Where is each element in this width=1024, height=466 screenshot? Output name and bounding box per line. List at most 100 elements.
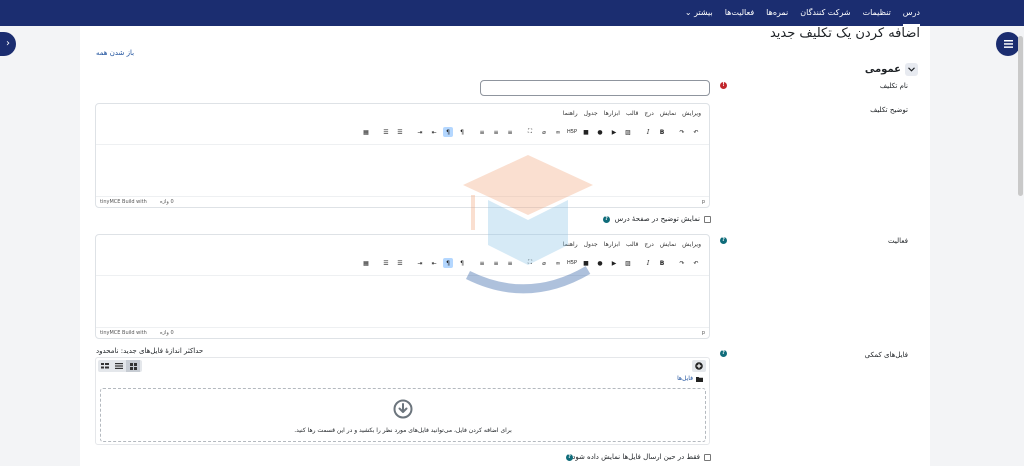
view-icons-icon[interactable] xyxy=(126,360,140,372)
editor-statusbar: p 0 واژه tinyMCE Build with xyxy=(96,196,709,207)
link-icon[interactable]: ∞ xyxy=(553,127,563,137)
nav-activities[interactable]: فعالیت‌ها xyxy=(725,0,754,26)
menu-insert[interactable]: درج xyxy=(644,110,653,117)
rtl-icon[interactable]: ¶ xyxy=(443,127,453,137)
menu-format[interactable]: قالب xyxy=(626,241,638,248)
link-icon[interactable]: ∞ xyxy=(553,258,563,268)
redo-icon[interactable]: ↷ xyxy=(677,258,687,268)
menu-tools[interactable]: ابزارها xyxy=(604,241,620,248)
help-icon[interactable]: ? xyxy=(720,237,727,244)
menu-help[interactable]: راهنما xyxy=(563,110,578,117)
bold-icon[interactable]: B xyxy=(657,127,667,137)
help-icon[interactable]: ? xyxy=(603,216,610,223)
editor-content-area[interactable] xyxy=(96,144,709,196)
align-left-icon[interactable]: ≡ xyxy=(505,127,515,137)
align-center-icon[interactable]: ≡ xyxy=(491,258,501,268)
only-during-submission-checkbox[interactable] xyxy=(704,454,711,461)
media-icon[interactable]: ▶ xyxy=(609,258,619,268)
help-icon[interactable]: ? xyxy=(720,350,727,357)
view-list-icon[interactable] xyxy=(112,360,126,372)
fullscreen-icon[interactable]: ⛶ xyxy=(525,127,535,137)
bullet-list-icon[interactable]: ☰ xyxy=(381,258,391,268)
menu-insert[interactable]: درج xyxy=(644,241,653,248)
align-right-icon[interactable]: ≡ xyxy=(477,258,487,268)
video-camera-icon[interactable]: ■ xyxy=(581,258,591,268)
numbered-list-icon[interactable]: ☰ xyxy=(395,127,405,137)
media-icon[interactable]: ▶ xyxy=(609,127,619,137)
only-during-submission-label: فقط در حین ارسال فایل‌ها نمایش داده شود xyxy=(572,453,700,461)
page-scrollbar[interactable] xyxy=(1018,36,1023,196)
image-icon[interactable]: ▨ xyxy=(623,258,633,268)
h5p-icon[interactable]: H5P xyxy=(567,127,577,137)
section-toggle[interactable] xyxy=(905,62,918,76)
open-block-drawer-button[interactable] xyxy=(996,32,1020,56)
align-center-icon[interactable]: ≡ xyxy=(491,127,501,137)
indent-icon[interactable]: ⇤ xyxy=(429,127,439,137)
equation-icon[interactable]: ▦ xyxy=(361,127,371,137)
redo-icon[interactable]: ↷ xyxy=(677,127,687,137)
indent-icon[interactable]: ⇤ xyxy=(429,258,439,268)
chevron-down-icon: ⌄ xyxy=(684,8,692,17)
numbered-list-icon[interactable]: ☰ xyxy=(395,258,405,268)
microphone-icon[interactable]: ● xyxy=(595,127,605,137)
file-drop-zone[interactable]: برای اضافه کردن فایل، می‌توانید فایل‌های… xyxy=(100,388,706,442)
element-path[interactable]: p xyxy=(702,199,705,205)
bold-icon[interactable]: B xyxy=(657,258,667,268)
outdent-icon[interactable]: ⇥ xyxy=(415,127,425,137)
menu-table[interactable]: جدول xyxy=(584,110,598,117)
menu-edit[interactable]: ویرایش xyxy=(682,241,701,248)
menu-table[interactable]: جدول xyxy=(584,241,598,248)
nav-grades[interactable]: نمره‌ها xyxy=(766,0,788,26)
view-tree-icon[interactable] xyxy=(98,360,112,372)
align-right-icon[interactable]: ≡ xyxy=(477,127,487,137)
word-count: 0 واژه xyxy=(160,330,174,336)
italic-icon[interactable]: I xyxy=(643,258,653,268)
video-camera-icon[interactable]: ■ xyxy=(581,127,591,137)
menu-help[interactable]: راهنما xyxy=(563,241,578,248)
element-path[interactable]: p xyxy=(702,330,705,336)
ltr-icon[interactable]: ¶ xyxy=(457,258,467,268)
unlink-icon[interactable]: ⌀ xyxy=(539,258,549,268)
nav-settings[interactable]: تنظیمات xyxy=(863,0,891,26)
max-file-size: حداکثر اندازهٔ فایل‌های جدید: نامحدود xyxy=(96,347,204,355)
nav-course[interactable]: درس xyxy=(902,0,921,26)
undo-icon[interactable]: ↶ xyxy=(691,127,701,137)
nav-more[interactable]: بیشتر ⌄ xyxy=(685,0,713,26)
menu-format[interactable]: قالب xyxy=(626,110,638,117)
italic-icon[interactable]: I xyxy=(643,127,653,137)
menu-view[interactable]: نمایش xyxy=(660,110,676,117)
tinymce-brand[interactable]: tinyMCE Build with xyxy=(100,199,147,205)
menu-tools[interactable]: ابزارها xyxy=(604,110,620,117)
menu-view[interactable]: نمایش xyxy=(660,241,676,248)
ltr-icon[interactable]: ¶ xyxy=(457,127,467,137)
view-switcher xyxy=(98,360,142,372)
section-general-header[interactable]: عمومی xyxy=(860,62,918,76)
assignment-name-input[interactable] xyxy=(480,80,710,96)
help-icon[interactable]: ? xyxy=(566,454,573,461)
unlink-icon[interactable]: ⌀ xyxy=(539,127,549,137)
h5p-icon[interactable]: H5P xyxy=(567,258,577,268)
rtl-icon[interactable]: ¶ xyxy=(443,258,453,268)
add-file-button[interactable] xyxy=(692,360,706,372)
drop-zone-message: برای اضافه کردن فایل، می‌توانید فایل‌های… xyxy=(294,427,512,434)
fullscreen-icon[interactable]: ⛶ xyxy=(525,258,535,268)
microphone-icon[interactable]: ● xyxy=(595,258,605,268)
undo-icon[interactable]: ↶ xyxy=(691,258,701,268)
image-icon[interactable]: ▨ xyxy=(623,127,633,137)
equation-icon[interactable]: ▦ xyxy=(361,258,371,268)
align-left-icon[interactable]: ≡ xyxy=(505,258,515,268)
folder-path: فایل‌ها xyxy=(677,375,703,382)
expand-all-link[interactable]: باز شدن همه xyxy=(96,49,134,57)
tinymce-brand[interactable]: tinyMCE Build with xyxy=(100,330,147,336)
folder-path-link[interactable]: فایل‌ها xyxy=(677,375,693,382)
nav-participants[interactable]: شرکت کنندگان xyxy=(800,0,850,26)
menu-edit[interactable]: ویرایش xyxy=(682,110,701,117)
bullet-list-icon[interactable]: ☰ xyxy=(381,127,391,137)
activity-editor: ویرایش نمایش درج قالب ابزارها جدول راهنم… xyxy=(95,234,710,339)
editor-toolbar: ↶ ↷ B I ▨ ▶ ● ■ H5P ∞ ⌀ ⛶ ≡ ≡ ≡ ¶ ¶ ⇤ ⇥ … xyxy=(320,257,701,269)
word-count: 0 واژه xyxy=(160,199,174,205)
download-arrow-icon xyxy=(393,399,413,419)
outdent-icon[interactable]: ⇥ xyxy=(415,258,425,268)
editor-content-area[interactable] xyxy=(96,275,709,327)
show-description-checkbox[interactable] xyxy=(704,216,711,223)
